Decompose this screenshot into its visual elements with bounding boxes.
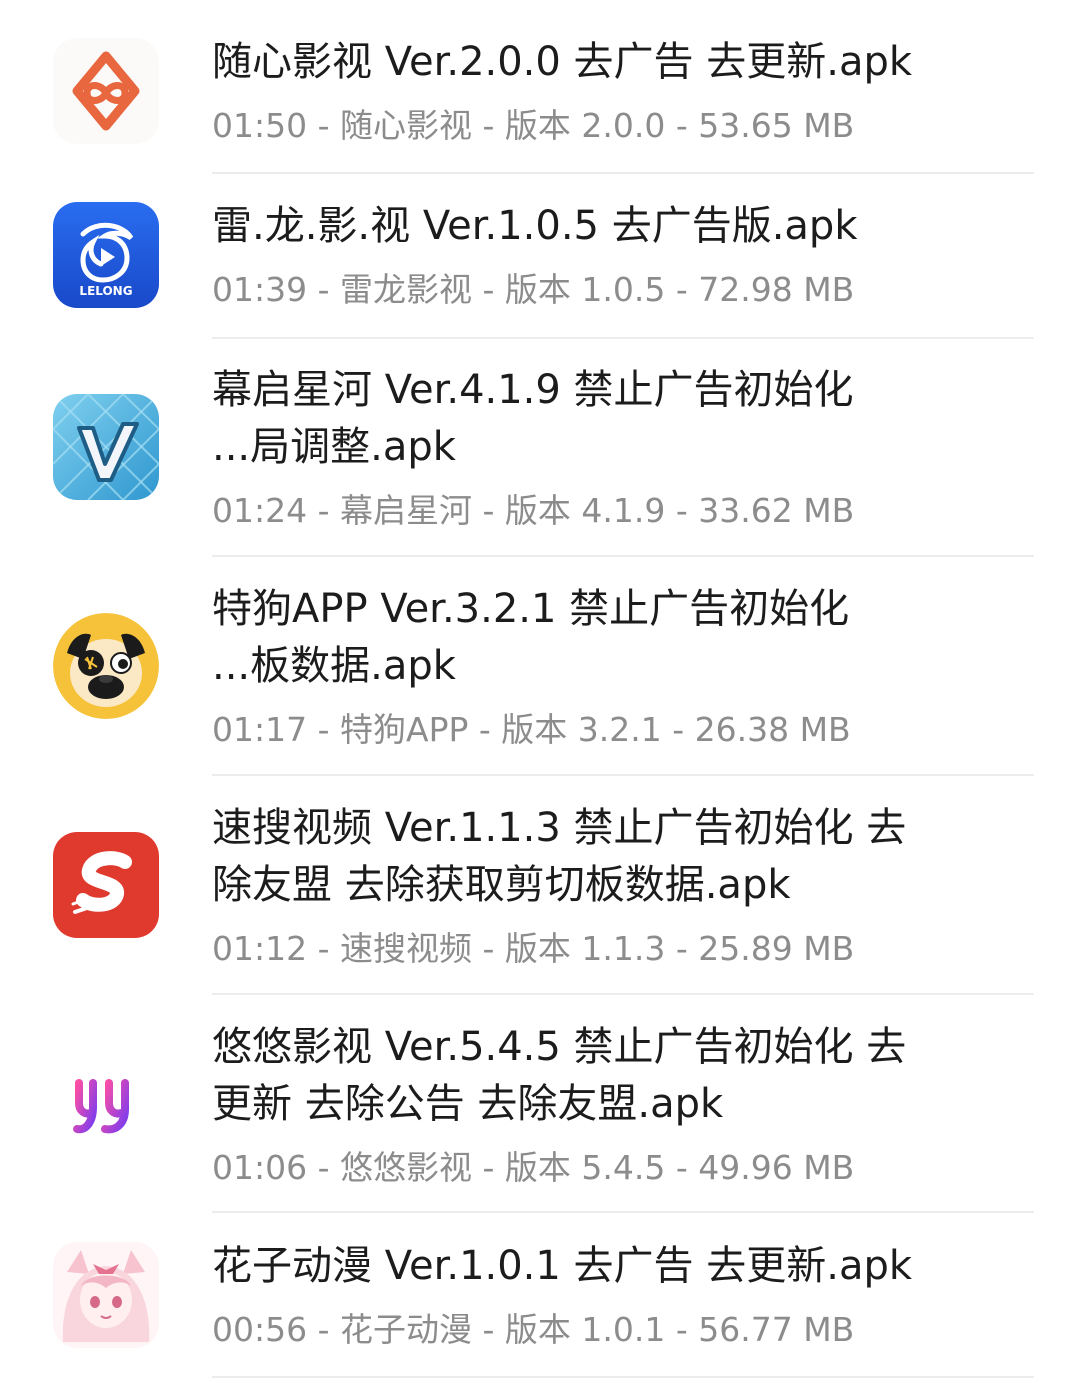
file-meta: 01:06 - 悠悠影视 - 版本 5.4.5 - 49.96 MB [212,1148,855,1187]
divider [212,555,1034,557]
version-label: 版本 [504,270,571,309]
download-time: 01:24 [212,491,308,530]
download-time: 01:39 [212,270,308,309]
file-title: 悠悠影视 Ver.5.4.5 禁止广告初始化 去 [212,1024,907,1070]
file-title-continued: 更新 去除公告 去除友盟.apk [212,1081,724,1127]
app-name: 速搜视频 [340,929,472,968]
app-name: 特狗APP [340,710,469,749]
file-meta: 00:56 - 花子动漫 - 版本 1.0.1 - 56.77 MB [212,1310,855,1349]
file-size: 33.62 MB [698,491,855,530]
divider [212,172,1034,174]
file-title-continued: ...局调整.apk [212,424,456,470]
file-title: 速搜视频 Ver.1.1.3 禁止广告初始化 去 [212,805,907,851]
muqi-app-icon [53,394,159,500]
download-time: 01:50 [212,106,308,145]
app-name: 雷龙影视 [340,270,472,309]
version-number: 1.1.3 [581,929,666,968]
file-title: 特狗APP Ver.3.2.1 禁止广告初始化 [212,586,850,632]
app-name: 花子动漫 [340,1310,472,1349]
file-size: 49.96 MB [698,1148,855,1187]
download-time: 01:06 [212,1148,308,1187]
divider [212,993,1034,995]
version-number: 4.1.9 [581,491,666,530]
file-title: 幕启星河 Ver.4.1.9 禁止广告初始化 [212,367,854,413]
app-name: 随心影视 [340,106,472,145]
file-title-continued: ...板数据.apk [212,643,456,689]
divider [212,337,1034,339]
version-number: 5.4.5 [581,1148,666,1187]
file-title: 雷.龙.影.视 Ver.1.0.5 去广告版.apk [212,203,858,249]
version-label: 版本 [504,929,571,968]
app-name: 悠悠影视 [340,1148,472,1187]
version-number: 1.0.5 [581,270,666,309]
download-time: 01:17 [212,710,308,749]
svg-text:LELONG: LELONG [79,284,132,298]
version-label: 版本 [504,491,571,530]
youyou-app-icon [53,1051,159,1157]
version-label: 版本 [504,106,571,145]
file-size: 72.98 MB [698,270,855,309]
version-number: 3.2.1 [577,710,662,749]
susou-app-icon [53,832,159,938]
divider [212,774,1034,776]
file-size: 26.38 MB [694,710,851,749]
download-time: 00:56 [212,1310,308,1349]
version-number: 1.0.1 [581,1310,666,1349]
file-size: 25.89 MB [698,929,855,968]
version-number: 2.0.0 [581,106,666,145]
divider [212,1376,1034,1378]
tegou-app-icon [53,613,159,719]
file-title: 花子动漫 Ver.1.0.1 去广告 去更新.apk [212,1243,913,1289]
suixin-app-icon [53,38,159,144]
version-label: 版本 [501,710,568,749]
leilong-app-icon: LELONG [53,202,159,308]
file-meta: 01:39 - 雷龙影视 - 版本 1.0.5 - 72.98 MB [212,270,855,309]
file-size: 53.65 MB [698,106,855,145]
huazi-app-icon [53,1242,159,1348]
app-name: 幕启星河 [340,491,472,530]
divider [212,1211,1034,1213]
version-label: 版本 [504,1148,571,1187]
file-title-continued: 除友盟 去除获取剪切板数据.apk [212,862,791,908]
download-time: 01:12 [212,929,308,968]
file-size: 56.77 MB [698,1310,855,1349]
file-meta: 01:50 - 随心影视 - 版本 2.0.0 - 53.65 MB [212,106,855,145]
file-meta: 01:17 - 特狗APP - 版本 3.2.1 - 26.38 MB [212,710,851,749]
file-title: 随心影视 Ver.2.0.0 去广告 去更新.apk [212,39,913,85]
version-label: 版本 [504,1310,571,1349]
file-meta: 01:24 - 幕启星河 - 版本 4.1.9 - 33.62 MB [212,491,855,530]
file-meta: 01:12 - 速搜视频 - 版本 1.1.3 - 25.89 MB [212,929,855,968]
